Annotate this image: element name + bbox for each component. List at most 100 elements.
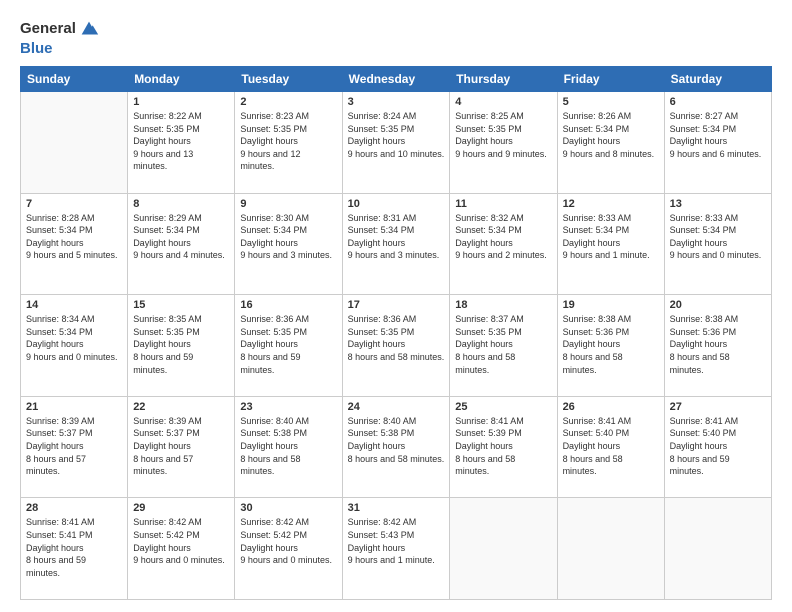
day-number: 7	[26, 198, 122, 210]
day-cell: 11 Sunrise: 8:32 AM Sunset: 5:34 PM Dayl…	[450, 193, 557, 295]
logo-general: General	[20, 20, 76, 38]
day-number: 6	[670, 96, 766, 108]
day-info: Sunrise: 8:39 AM Sunset: 5:37 PM Dayligh…	[26, 415, 122, 478]
day-number: 2	[240, 96, 336, 108]
day-info: Sunrise: 8:42 AM Sunset: 5:43 PM Dayligh…	[348, 516, 445, 566]
day-cell: 12 Sunrise: 8:33 AM Sunset: 5:34 PM Dayl…	[557, 193, 664, 295]
day-info: Sunrise: 8:33 AM Sunset: 5:34 PM Dayligh…	[670, 212, 766, 262]
day-info: Sunrise: 8:42 AM Sunset: 5:42 PM Dayligh…	[240, 516, 336, 566]
day-cell: 5 Sunrise: 8:26 AM Sunset: 5:34 PM Dayli…	[557, 92, 664, 194]
day-cell: 16 Sunrise: 8:36 AM Sunset: 5:35 PM Dayl…	[235, 295, 342, 397]
day-info: Sunrise: 8:40 AM Sunset: 5:38 PM Dayligh…	[348, 415, 445, 465]
day-cell: 7 Sunrise: 8:28 AM Sunset: 5:34 PM Dayli…	[21, 193, 128, 295]
day-info: Sunrise: 8:35 AM Sunset: 5:35 PM Dayligh…	[133, 313, 229, 376]
day-cell: 6 Sunrise: 8:27 AM Sunset: 5:34 PM Dayli…	[664, 92, 771, 194]
day-number: 19	[563, 299, 659, 311]
week-row-1: 7 Sunrise: 8:28 AM Sunset: 5:34 PM Dayli…	[21, 193, 772, 295]
day-cell: 15 Sunrise: 8:35 AM Sunset: 5:35 PM Dayl…	[128, 295, 235, 397]
day-info: Sunrise: 8:41 AM Sunset: 5:40 PM Dayligh…	[670, 415, 766, 478]
day-info: Sunrise: 8:38 AM Sunset: 5:36 PM Dayligh…	[563, 313, 659, 376]
day-info: Sunrise: 8:36 AM Sunset: 5:35 PM Dayligh…	[240, 313, 336, 376]
page: General Blue SundayMondayTuesdayWednesda…	[0, 0, 792, 612]
day-info: Sunrise: 8:39 AM Sunset: 5:37 PM Dayligh…	[133, 415, 229, 478]
day-number: 4	[455, 96, 551, 108]
day-number: 29	[133, 502, 229, 514]
weekday-header-thursday: Thursday	[450, 67, 557, 92]
day-cell: 3 Sunrise: 8:24 AM Sunset: 5:35 PM Dayli…	[342, 92, 450, 194]
day-info: Sunrise: 8:33 AM Sunset: 5:34 PM Dayligh…	[563, 212, 659, 262]
day-cell	[21, 92, 128, 194]
day-number: 8	[133, 198, 229, 210]
day-number: 26	[563, 401, 659, 413]
calendar-table: SundayMondayTuesdayWednesdayThursdayFrid…	[20, 66, 772, 600]
day-cell: 4 Sunrise: 8:25 AM Sunset: 5:35 PM Dayli…	[450, 92, 557, 194]
day-cell: 28 Sunrise: 8:41 AM Sunset: 5:41 PM Dayl…	[21, 498, 128, 600]
day-number: 25	[455, 401, 551, 413]
day-number: 5	[563, 96, 659, 108]
day-info: Sunrise: 8:32 AM Sunset: 5:34 PM Dayligh…	[455, 212, 551, 262]
day-cell: 10 Sunrise: 8:31 AM Sunset: 5:34 PM Dayl…	[342, 193, 450, 295]
day-cell: 29 Sunrise: 8:42 AM Sunset: 5:42 PM Dayl…	[128, 498, 235, 600]
logo-icon	[78, 18, 100, 40]
day-info: Sunrise: 8:42 AM Sunset: 5:42 PM Dayligh…	[133, 516, 229, 566]
weekday-header-tuesday: Tuesday	[235, 67, 342, 92]
day-number: 3	[348, 96, 445, 108]
day-info: Sunrise: 8:41 AM Sunset: 5:41 PM Dayligh…	[26, 516, 122, 579]
day-number: 28	[26, 502, 122, 514]
day-number: 11	[455, 198, 551, 210]
logo-blue: Blue	[20, 40, 53, 57]
day-number: 27	[670, 401, 766, 413]
day-cell: 17 Sunrise: 8:36 AM Sunset: 5:35 PM Dayl…	[342, 295, 450, 397]
day-info: Sunrise: 8:38 AM Sunset: 5:36 PM Dayligh…	[670, 313, 766, 376]
day-cell: 27 Sunrise: 8:41 AM Sunset: 5:40 PM Dayl…	[664, 396, 771, 498]
day-number: 18	[455, 299, 551, 311]
day-cell: 14 Sunrise: 8:34 AM Sunset: 5:34 PM Dayl…	[21, 295, 128, 397]
day-info: Sunrise: 8:40 AM Sunset: 5:38 PM Dayligh…	[240, 415, 336, 478]
week-row-2: 14 Sunrise: 8:34 AM Sunset: 5:34 PM Dayl…	[21, 295, 772, 397]
week-row-4: 28 Sunrise: 8:41 AM Sunset: 5:41 PM Dayl…	[21, 498, 772, 600]
day-number: 22	[133, 401, 229, 413]
logo: General Blue	[20, 18, 100, 58]
day-number: 20	[670, 299, 766, 311]
day-info: Sunrise: 8:25 AM Sunset: 5:35 PM Dayligh…	[455, 110, 551, 160]
day-cell: 26 Sunrise: 8:41 AM Sunset: 5:40 PM Dayl…	[557, 396, 664, 498]
day-number: 9	[240, 198, 336, 210]
day-cell: 19 Sunrise: 8:38 AM Sunset: 5:36 PM Dayl…	[557, 295, 664, 397]
day-cell: 18 Sunrise: 8:37 AM Sunset: 5:35 PM Dayl…	[450, 295, 557, 397]
day-info: Sunrise: 8:31 AM Sunset: 5:34 PM Dayligh…	[348, 212, 445, 262]
day-info: Sunrise: 8:41 AM Sunset: 5:39 PM Dayligh…	[455, 415, 551, 478]
day-number: 24	[348, 401, 445, 413]
day-number: 13	[670, 198, 766, 210]
day-number: 10	[348, 198, 445, 210]
weekday-header-sunday: Sunday	[21, 67, 128, 92]
weekday-header-saturday: Saturday	[664, 67, 771, 92]
day-info: Sunrise: 8:41 AM Sunset: 5:40 PM Dayligh…	[563, 415, 659, 478]
week-row-3: 21 Sunrise: 8:39 AM Sunset: 5:37 PM Dayl…	[21, 396, 772, 498]
day-number: 12	[563, 198, 659, 210]
day-cell: 9 Sunrise: 8:30 AM Sunset: 5:34 PM Dayli…	[235, 193, 342, 295]
day-number: 14	[26, 299, 122, 311]
day-number: 23	[240, 401, 336, 413]
day-cell: 25 Sunrise: 8:41 AM Sunset: 5:39 PM Dayl…	[450, 396, 557, 498]
weekday-header-wednesday: Wednesday	[342, 67, 450, 92]
header: General Blue	[20, 18, 772, 58]
day-number: 1	[133, 96, 229, 108]
day-info: Sunrise: 8:37 AM Sunset: 5:35 PM Dayligh…	[455, 313, 551, 376]
day-cell: 22 Sunrise: 8:39 AM Sunset: 5:37 PM Dayl…	[128, 396, 235, 498]
day-cell	[450, 498, 557, 600]
day-number: 31	[348, 502, 445, 514]
day-info: Sunrise: 8:22 AM Sunset: 5:35 PM Dayligh…	[133, 110, 229, 173]
day-cell: 1 Sunrise: 8:22 AM Sunset: 5:35 PM Dayli…	[128, 92, 235, 194]
weekday-header-monday: Monday	[128, 67, 235, 92]
weekday-header-row: SundayMondayTuesdayWednesdayThursdayFrid…	[21, 67, 772, 92]
day-info: Sunrise: 8:26 AM Sunset: 5:34 PM Dayligh…	[563, 110, 659, 160]
day-cell: 20 Sunrise: 8:38 AM Sunset: 5:36 PM Dayl…	[664, 295, 771, 397]
day-info: Sunrise: 8:30 AM Sunset: 5:34 PM Dayligh…	[240, 212, 336, 262]
day-cell	[664, 498, 771, 600]
day-cell: 24 Sunrise: 8:40 AM Sunset: 5:38 PM Dayl…	[342, 396, 450, 498]
day-number: 30	[240, 502, 336, 514]
day-info: Sunrise: 8:28 AM Sunset: 5:34 PM Dayligh…	[26, 212, 122, 262]
day-cell: 2 Sunrise: 8:23 AM Sunset: 5:35 PM Dayli…	[235, 92, 342, 194]
day-info: Sunrise: 8:27 AM Sunset: 5:34 PM Dayligh…	[670, 110, 766, 160]
day-number: 17	[348, 299, 445, 311]
